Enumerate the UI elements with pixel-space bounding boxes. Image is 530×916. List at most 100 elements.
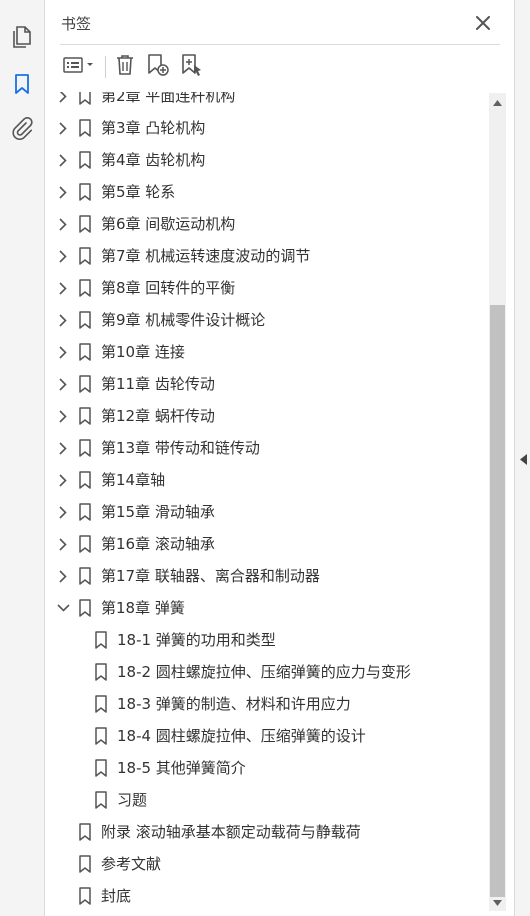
bookmark-icon [78, 119, 92, 137]
attachment-icon[interactable] [7, 114, 37, 144]
bookmark-item[interactable]: 第11章 齿轮传动 [45, 368, 490, 400]
chevron-right-icon[interactable] [56, 312, 70, 328]
bookmark-icon [78, 407, 92, 425]
scroll-up-arrow-icon[interactable] [491, 97, 504, 109]
chevron-right-icon[interactable] [56, 120, 70, 136]
bookmark-label: 第11章 齿轮传动 [101, 375, 215, 393]
bookmark-label: 18-1 弹簧的功用和类型 [117, 631, 276, 649]
bookmark-icon [78, 567, 92, 585]
bookmark-icon [78, 215, 92, 233]
divider [60, 44, 500, 45]
bookmark-tree: 第2章 平面连杆机构第3章 凸轮机构 第4章 齿轮机构 第5章 轮系第6章 间歇运动… [45, 92, 490, 916]
bookmark-item[interactable]: 附录 滚动轴承基本额定动载荷与静载荷 [45, 816, 490, 848]
close-icon[interactable] [472, 12, 494, 34]
bookmark-icon [94, 759, 108, 777]
bookmark-item[interactable]: 第5章 轮系 [45, 176, 490, 208]
options-menu-button[interactable] [59, 53, 99, 81]
bookmark-item[interactable]: 第15章 滑动轴承 [45, 496, 490, 528]
bookmark-label: 附录 滚动轴承基本额定动载荷与静载荷 [101, 823, 361, 841]
bookmark-item[interactable]: 习题 [45, 784, 490, 816]
chevron-right-icon[interactable] [56, 152, 70, 168]
chevron-right-icon[interactable] [56, 216, 70, 232]
bookmark-label: 第6章 间歇运动机构 [101, 215, 236, 233]
bookmark-item[interactable]: 第16章 滚动轴承 [45, 528, 490, 560]
chevron-down-icon[interactable] [56, 600, 70, 616]
bookmark-item[interactable]: 第6章 间歇运动机构 [45, 208, 490, 240]
bookmark-item[interactable]: 第13章 带传动和链传动 [45, 432, 490, 464]
bookmark-panel-icon[interactable] [7, 69, 37, 99]
bookmark-icon [78, 855, 92, 873]
bookmark-item[interactable]: 第4章 齿轮机构 [45, 144, 490, 176]
chevron-right-icon[interactable] [56, 440, 70, 456]
bookmark-label: 第18章 弹簧 [101, 599, 185, 617]
bookmark-label: 参考文献 [101, 855, 162, 873]
collapse-pane-arrow-icon[interactable] [518, 452, 528, 466]
bookmark-label: 习题 [117, 791, 148, 809]
bookmark-label: 第16章 滚动轴承 [101, 535, 215, 553]
bookmark-icon [78, 92, 92, 105]
new-bookmark-from-structure-button[interactable] [178, 53, 206, 81]
bookmark-item[interactable]: 第18章 弹簧 [45, 592, 490, 624]
pages-icon[interactable] [7, 22, 37, 52]
bookmark-item[interactable]: 18-2 圆柱螺旋拉伸、压缩弹簧的应力与变形 [45, 656, 490, 688]
bookmark-item[interactable]: 封底 [45, 880, 490, 912]
bookmarks-panel: 书签 第2章 平面连杆机构 第3章 凸轮机构 第4章 齿轮机构 第5章 轮系 第… [45, 0, 514, 916]
bookmark-item[interactable]: 18-1 弹簧的功用和类型 [45, 624, 490, 656]
bookmark-item[interactable]: 第10章 连接 [45, 336, 490, 368]
bookmark-item[interactable]: 第17章 联轴器、离合器和制动器 [45, 560, 490, 592]
bookmark-item[interactable]: 第3章 凸轮机构 [45, 112, 490, 144]
chevron-right-icon[interactable] [56, 248, 70, 264]
chevron-right-icon[interactable] [56, 92, 70, 104]
delete-bookmark-button[interactable] [112, 53, 138, 81]
bookmark-icon [94, 695, 108, 713]
chevron-right-icon[interactable] [56, 408, 70, 424]
bookmark-toolbar [45, 48, 514, 86]
chevron-right-icon[interactable] [56, 536, 70, 552]
bookmark-label: 封底 [101, 887, 132, 905]
bookmark-icon [78, 247, 92, 265]
bookmark-label: 第4章 齿轮机构 [101, 151, 206, 169]
chevron-right-icon[interactable] [56, 184, 70, 200]
chevron-right-icon[interactable] [56, 376, 70, 392]
bookmark-icon [94, 631, 108, 649]
bookmark-label: 18-5 其他弹簧简介 [117, 759, 246, 777]
bookmark-icon [78, 343, 92, 361]
bookmark-label: 第2章 平面连杆机构 [101, 92, 236, 105]
bookmark-icon [94, 727, 108, 745]
bookmark-item[interactable]: 第2章 平面连杆机构 [45, 92, 490, 112]
bookmark-label: 第5章 轮系 [101, 183, 176, 201]
bookmark-item[interactable]: 第8章 回转件的平衡 [45, 272, 490, 304]
bookmark-label: 第13章 带传动和链传动 [101, 439, 260, 457]
new-bookmark-button[interactable] [144, 53, 172, 81]
chevron-right-icon[interactable] [56, 280, 70, 296]
bookmark-item[interactable]: 第14章轴 [45, 464, 490, 496]
bookmark-icon [94, 663, 108, 681]
scroll-down-arrow-icon[interactable] [491, 897, 504, 909]
bookmark-icon [78, 311, 92, 329]
bookmark-item[interactable]: 18-4 圆柱螺旋拉伸、压缩弹簧的设计 [45, 720, 490, 752]
bookmark-item[interactable]: 第9章 机械零件设计概论 [45, 304, 490, 336]
pane-splitter[interactable] [514, 0, 530, 916]
new-bookmark-from-structure-icon [180, 53, 204, 81]
bookmark-icon [78, 887, 92, 905]
bookmark-label: 第8章 回转件的平衡 [101, 279, 236, 297]
bookmark-label: 18-4 圆柱螺旋拉伸、压缩弹簧的设计 [117, 727, 366, 745]
chevron-right-icon[interactable] [56, 504, 70, 520]
bookmark-label: 第9章 机械零件设计概论 [101, 311, 266, 329]
bookmark-label: 18-2 圆柱螺旋拉伸、压缩弹簧的应力与变形 [117, 663, 411, 681]
bookmark-icon [78, 151, 92, 169]
bookmark-label: 18-3 弹簧的制造、材料和许用应力 [117, 695, 351, 713]
chevron-right-icon[interactable] [56, 568, 70, 584]
chevron-right-icon[interactable] [56, 472, 70, 488]
bookmark-icon [78, 599, 92, 617]
bookmark-item[interactable]: 第12章 蜗杆传动 [45, 400, 490, 432]
scrollbar-thumb[interactable] [490, 305, 505, 897]
bookmark-item[interactable]: 第7章 机械运转速度波动的调节 [45, 240, 490, 272]
bookmark-item[interactable]: 18-3 弹簧的制造、材料和许用应力 [45, 688, 490, 720]
bookmark-label: 第3章 凸轮机构 [101, 119, 206, 137]
bookmark-item[interactable]: 参考文献 [45, 848, 490, 880]
delete-icon [115, 54, 135, 80]
bookmark-item[interactable]: 18-5 其他弹簧简介 [45, 752, 490, 784]
chevron-right-icon[interactable] [56, 344, 70, 360]
bookmark-label: 第10章 连接 [101, 343, 185, 361]
